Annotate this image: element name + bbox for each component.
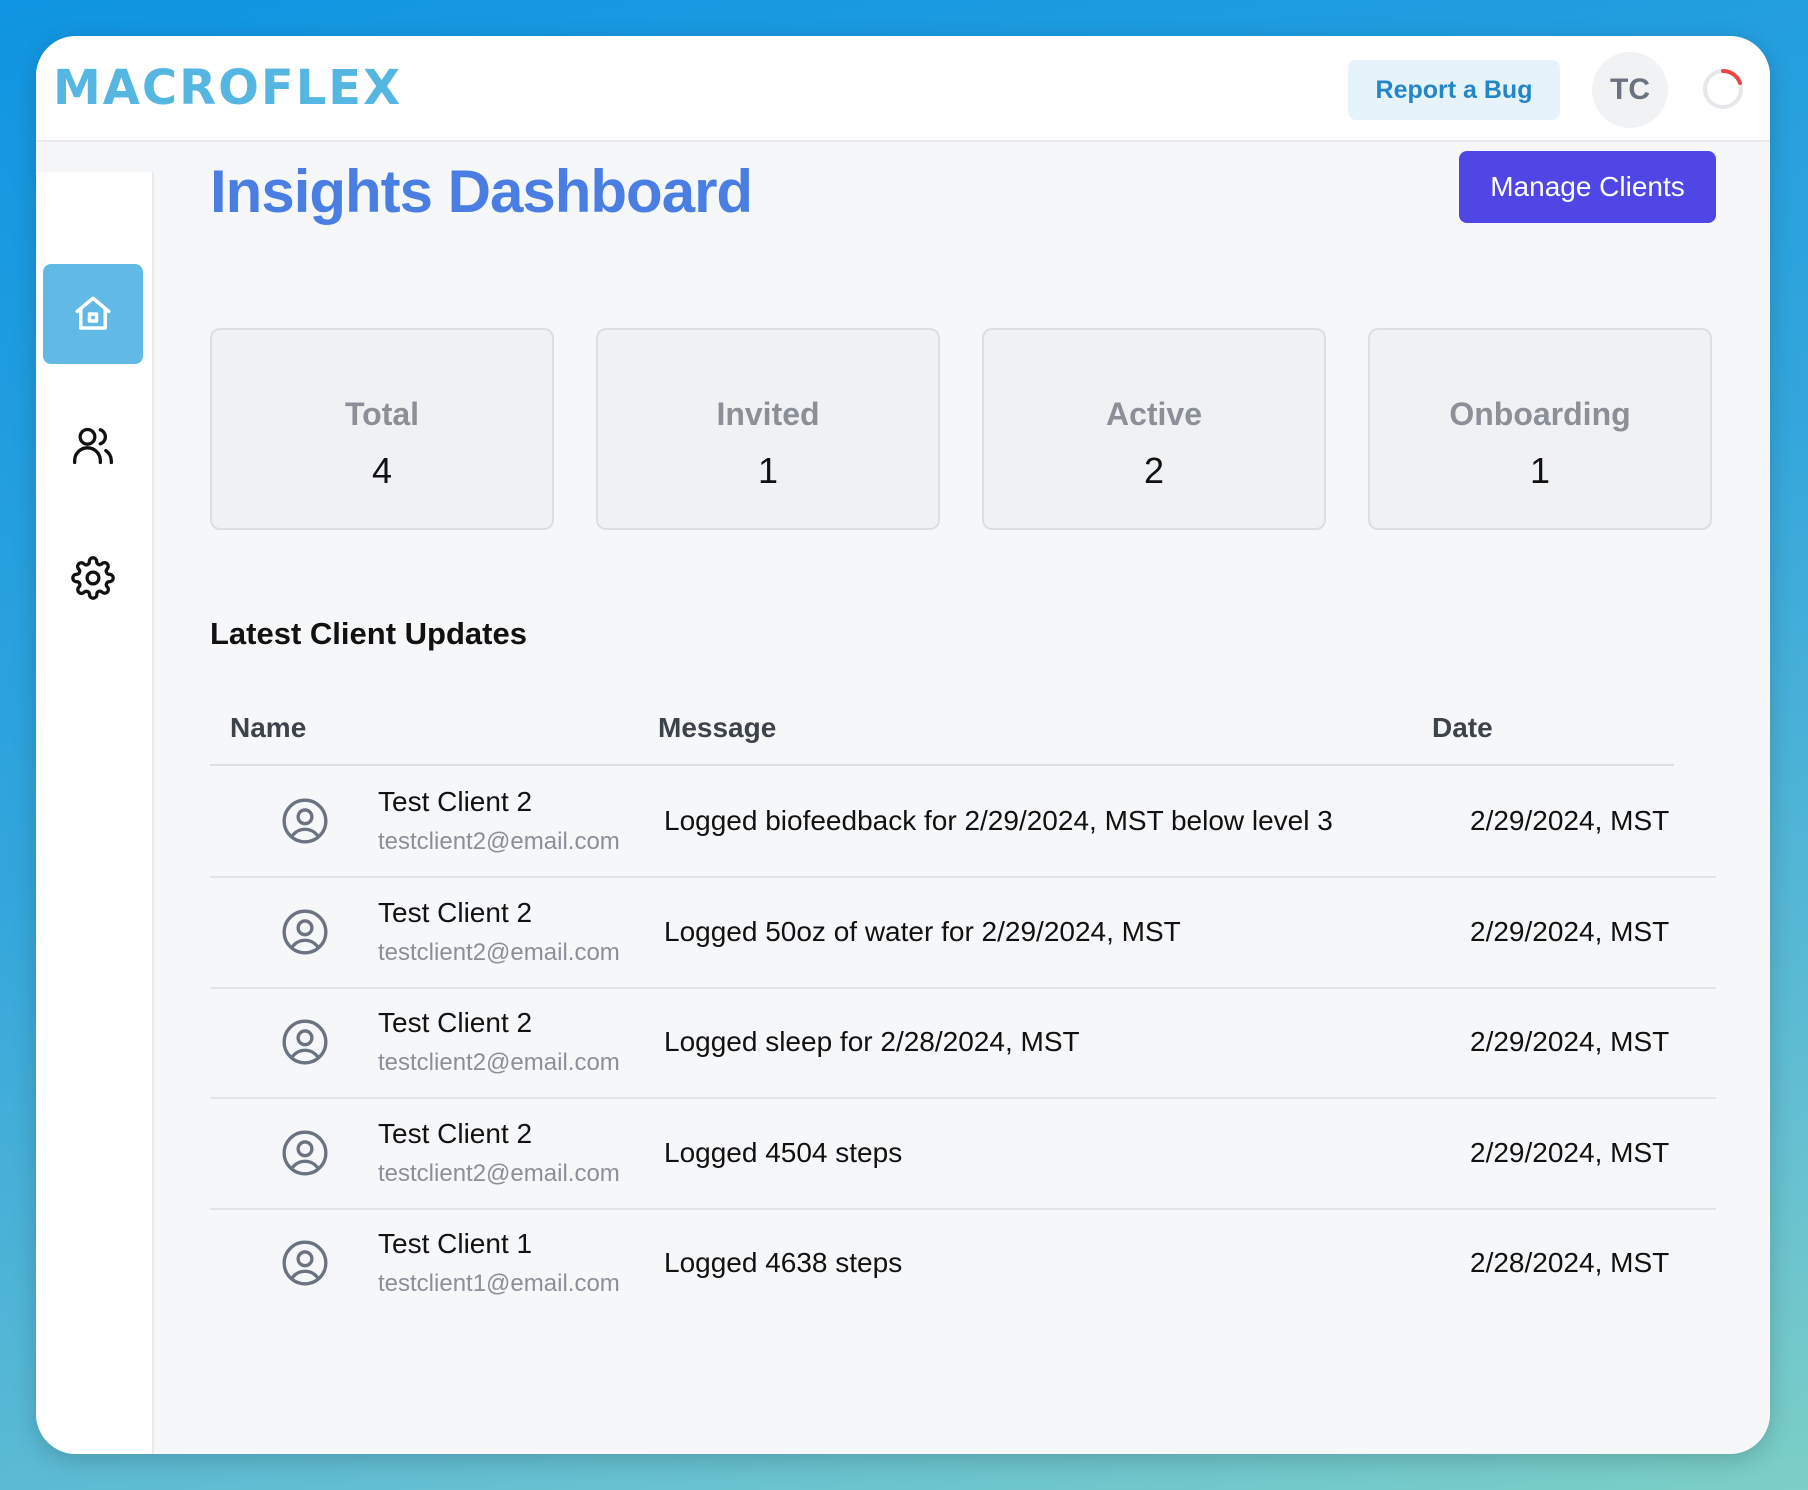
users-icon — [73, 427, 113, 465]
gear-icon — [71, 556, 115, 600]
client-name: Test Client 2 — [378, 786, 533, 817]
sidebar-item-settings[interactable] — [43, 528, 143, 628]
update-date: 2/29/2024, MST — [1470, 1137, 1670, 1168]
update-message: Logged 4504 steps — [664, 1137, 903, 1168]
update-message: Logged sleep for 2/28/2024, MST — [664, 1026, 1080, 1057]
user-circle-icon — [282, 1019, 328, 1065]
table-row[interactable]: Test Client 2 testclient2@email.com Logg… — [210, 1098, 1716, 1210]
user-circle-icon — [282, 909, 328, 955]
sidebar-item-clients[interactable] — [43, 396, 143, 496]
stat-value: 4 — [371, 450, 393, 491]
update-date: 2/29/2024, MST — [1470, 916, 1670, 947]
update-message: Logged 4638 steps — [664, 1247, 903, 1278]
client-email: testclient2@email.com — [378, 828, 620, 855]
app-window: MACROFLEX Report a Bug TC Insights Dashb… — [36, 36, 1770, 1454]
table-row[interactable]: Test Client 2 testclient2@email.com Logg… — [210, 877, 1716, 989]
client-name: Test Client 2 — [378, 1118, 533, 1149]
macroflex-logo[interactable]: MACROFLEX — [53, 60, 402, 116]
user-circle-icon — [282, 1130, 328, 1176]
user-avatar[interactable]: TC — [1592, 52, 1668, 128]
home-icon — [75, 296, 111, 330]
column-header-date: Date — [1432, 712, 1493, 743]
update-date: 2/29/2024, MST — [1470, 805, 1670, 836]
sidebar-item-home[interactable] — [43, 264, 143, 364]
stat-value: 2 — [1143, 450, 1165, 491]
client-email: testclient2@email.com — [378, 1049, 620, 1076]
update-message: Logged biofeedback for 2/29/2024, MST be… — [664, 805, 1333, 836]
stat-card-onboarding: Onboarding 1 — [1368, 328, 1712, 530]
loading-spinner-icon — [1703, 68, 1743, 109]
update-message: Logged 50oz of water for 2/29/2024, MST — [664, 916, 1181, 947]
client-name: Test Client 2 — [378, 1007, 533, 1038]
user-circle-icon — [282, 1240, 328, 1286]
stat-label: Invited — [716, 396, 820, 432]
table-row[interactable]: Test Client 1 testclient1@email.com Logg… — [210, 1208, 1716, 1318]
stat-label: Active — [1105, 396, 1203, 432]
stat-value: 1 — [757, 450, 779, 491]
table-row[interactable]: Test Client 2 testclient2@email.com Logg… — [210, 766, 1716, 878]
report-bug-button[interactable]: Report a Bug — [1348, 60, 1560, 120]
page-title: Insights Dashboard — [210, 158, 753, 225]
section-title-latest-updates: Latest Client Updates — [210, 616, 527, 651]
client-email: testclient1@email.com — [378, 1270, 620, 1297]
sidebar — [36, 172, 154, 1454]
top-bar: MACROFLEX Report a Bug TC — [36, 36, 1770, 142]
stat-label: Onboarding — [1449, 396, 1631, 432]
client-name: Test Client 1 — [378, 1228, 533, 1259]
client-name: Test Client 2 — [378, 897, 533, 928]
update-date: 2/29/2024, MST — [1470, 1026, 1670, 1057]
column-header-message: Message — [658, 712, 777, 743]
column-header-name: Name — [230, 712, 307, 743]
stat-card-total: Total 4 — [210, 328, 554, 530]
manage-clients-button[interactable]: Manage Clients — [1459, 151, 1716, 223]
table-row[interactable]: Test Client 2 testclient2@email.com Logg… — [210, 987, 1716, 1099]
stat-label: Total — [344, 396, 420, 432]
user-circle-icon — [282, 798, 328, 844]
update-date: 2/28/2024, MST — [1470, 1247, 1670, 1278]
client-email: testclient2@email.com — [378, 939, 620, 966]
stat-card-active: Active 2 — [982, 328, 1326, 530]
stat-value: 1 — [1529, 450, 1551, 491]
stat-card-invited: Invited 1 — [596, 328, 940, 530]
client-email: testclient2@email.com — [378, 1160, 620, 1187]
